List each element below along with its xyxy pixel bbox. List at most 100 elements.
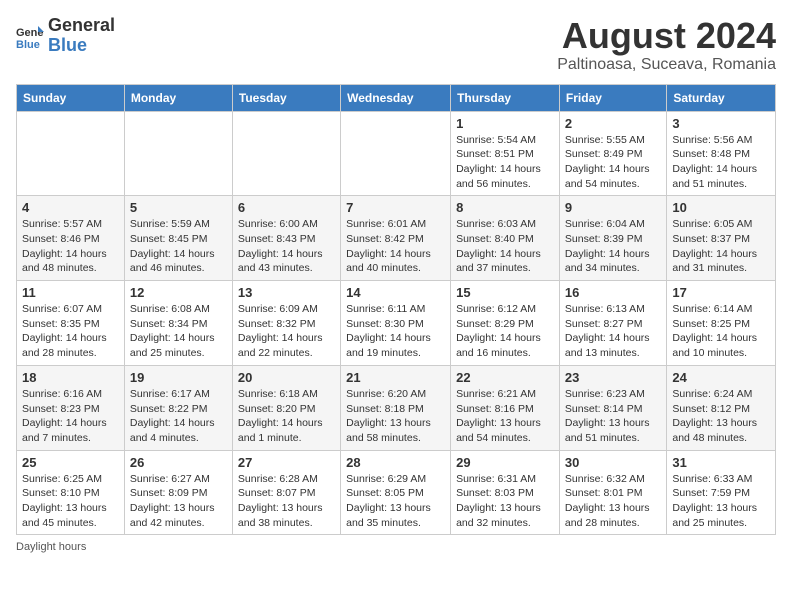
day-number: 13: [238, 285, 335, 300]
day-info: Sunrise: 6:33 AMSunset: 7:59 PMDaylight:…: [672, 472, 770, 531]
calendar-table: SundayMondayTuesdayWednesdayThursdayFrid…: [16, 84, 776, 536]
day-number: 8: [456, 200, 554, 215]
calendar-cell: [124, 111, 232, 196]
calendar-cell: 29 Sunrise: 6:31 AMSunset: 8:03 PMDayligh…: [451, 450, 560, 535]
weekday-header-sunday: Sunday: [17, 84, 125, 111]
calendar-cell: 15 Sunrise: 6:12 AMSunset: 8:29 PMDayligh…: [451, 281, 560, 366]
day-info: Sunrise: 5:56 AMSunset: 8:48 PMDaylight:…: [672, 133, 770, 192]
logo: General Blue General Blue: [16, 16, 115, 56]
calendar-cell: 16 Sunrise: 6:13 AMSunset: 8:27 PMDayligh…: [559, 281, 666, 366]
calendar-week-4: 25Sunrise: 6:25 AMSunset: 8:10 PMDayligh…: [17, 450, 776, 535]
day-number: 26: [130, 455, 227, 470]
day-info: Sunrise: 5:59 AMSunset: 8:45 PMDaylight:…: [130, 217, 227, 276]
calendar-week-1: 4 Sunrise: 5:57 AMSunset: 8:46 PMDaylight…: [17, 196, 776, 281]
location-title: Paltinoasa, Suceava, Romania: [557, 56, 776, 74]
day-number: 6: [238, 200, 335, 215]
day-number: 22: [456, 370, 554, 385]
day-info: Sunrise: 6:11 AMSunset: 8:30 PMDaylight:…: [346, 302, 445, 361]
logo-general: General: [48, 16, 115, 36]
day-number: 30: [565, 455, 661, 470]
day-info: Sunrise: 6:16 AMSunset: 8:23 PMDaylight:…: [22, 387, 119, 446]
calendar-cell: 4 Sunrise: 5:57 AMSunset: 8:46 PMDaylight…: [17, 196, 125, 281]
day-number: 20: [238, 370, 335, 385]
calendar-cell: 18 Sunrise: 6:16 AMSunset: 8:23 PMDayligh…: [17, 365, 125, 450]
day-info: Sunrise: 6:00 AMSunset: 8:43 PMDaylight:…: [238, 217, 335, 276]
calendar-cell: 19Sunrise: 6:17 AMSunset: 8:22 PMDayligh…: [124, 365, 232, 450]
calendar-cell: 2Sunrise: 5:55 AMSunset: 8:49 PMDaylight…: [559, 111, 666, 196]
calendar-cell: [17, 111, 125, 196]
day-number: 7: [346, 200, 445, 215]
calendar-cell: 8Sunrise: 6:03 AMSunset: 8:40 PMDaylight…: [451, 196, 560, 281]
calendar-cell: 5 Sunrise: 5:59 AMSunset: 8:45 PMDaylight…: [124, 196, 232, 281]
day-number: 3: [672, 116, 770, 131]
day-info: Sunrise: 6:13 AMSunset: 8:27 PMDaylight:…: [565, 302, 661, 361]
day-number: 5: [130, 200, 227, 215]
calendar-week-0: 1 Sunrise: 5:54 AMSunset: 8:51 PMDaylight…: [17, 111, 776, 196]
day-number: 2: [565, 116, 661, 131]
calendar-cell: 20Sunrise: 6:18 AMSunset: 8:20 PMDayligh…: [232, 365, 340, 450]
calendar-cell: 1 Sunrise: 5:54 AMSunset: 8:51 PMDaylight…: [451, 111, 560, 196]
day-number: 11: [22, 285, 119, 300]
calendar-header-row: SundayMondayTuesdayWednesdayThursdayFrid…: [17, 84, 776, 111]
day-number: 12: [130, 285, 227, 300]
logo-blue: Blue: [48, 36, 115, 56]
day-number: 21: [346, 370, 445, 385]
calendar-cell: 17 Sunrise: 6:14 AMSunset: 8:25 PMDayligh…: [667, 281, 776, 366]
weekday-header-monday: Monday: [124, 84, 232, 111]
calendar-cell: 27Sunrise: 6:28 AMSunset: 8:07 PMDayligh…: [232, 450, 340, 535]
day-info: Sunrise: 6:25 AMSunset: 8:10 PMDaylight:…: [22, 472, 119, 531]
day-info: Sunrise: 6:08 AMSunset: 8:34 PMDaylight:…: [130, 302, 227, 361]
day-info: Sunrise: 6:05 AMSunset: 8:37 PMDaylight:…: [672, 217, 770, 276]
calendar-week-3: 18 Sunrise: 6:16 AMSunset: 8:23 PMDayligh…: [17, 365, 776, 450]
calendar-cell: 25Sunrise: 6:25 AMSunset: 8:10 PMDayligh…: [17, 450, 125, 535]
calendar-cell: 10Sunrise: 6:05 AMSunset: 8:37 PMDayligh…: [667, 196, 776, 281]
day-number: 24: [672, 370, 770, 385]
calendar-cell: 6 Sunrise: 6:00 AMSunset: 8:43 PMDaylight…: [232, 196, 340, 281]
day-number: 1: [456, 116, 554, 131]
weekday-header-wednesday: Wednesday: [341, 84, 451, 111]
day-info: Sunrise: 6:31 AMSunset: 8:03 PMDaylight:…: [456, 472, 554, 531]
svg-text:Blue: Blue: [16, 39, 40, 50]
calendar-body: 1 Sunrise: 5:54 AMSunset: 8:51 PMDaylight…: [17, 111, 776, 535]
day-number: 4: [22, 200, 119, 215]
day-number: 17: [672, 285, 770, 300]
day-info: Sunrise: 5:54 AMSunset: 8:51 PMDaylight:…: [456, 133, 554, 192]
calendar-cell: 12 Sunrise: 6:08 AMSunset: 8:34 PMDayligh…: [124, 281, 232, 366]
footer-note: Daylight hours: [16, 541, 776, 553]
day-number: 9: [565, 200, 661, 215]
day-number: 18: [22, 370, 119, 385]
day-number: 16: [565, 285, 661, 300]
day-number: 31: [672, 455, 770, 470]
calendar-cell: 21 Sunrise: 6:20 AMSunset: 8:18 PMDayligh…: [341, 365, 451, 450]
day-number: 27: [238, 455, 335, 470]
calendar-cell: 26 Sunrise: 6:27 AMSunset: 8:09 PMDayligh…: [124, 450, 232, 535]
calendar-cell: 24 Sunrise: 6:24 AMSunset: 8:12 PMDayligh…: [667, 365, 776, 450]
calendar-cell: 13 Sunrise: 6:09 AMSunset: 8:32 PMDayligh…: [232, 281, 340, 366]
title-area: August 2024 Paltinoasa, Suceava, Romania: [557, 16, 776, 74]
header: General Blue General Blue August 2024 Pa…: [16, 16, 776, 74]
day-info: Sunrise: 6:29 AMSunset: 8:05 PMDaylight:…: [346, 472, 445, 531]
day-info: Sunrise: 6:04 AMSunset: 8:39 PMDaylight:…: [565, 217, 661, 276]
calendar-cell: 9 Sunrise: 6:04 AMSunset: 8:39 PMDaylight…: [559, 196, 666, 281]
day-number: 29: [456, 455, 554, 470]
day-info: Sunrise: 5:57 AMSunset: 8:46 PMDaylight:…: [22, 217, 119, 276]
weekday-header-thursday: Thursday: [451, 84, 560, 111]
day-number: 28: [346, 455, 445, 470]
calendar-cell: 30 Sunrise: 6:32 AMSunset: 8:01 PMDayligh…: [559, 450, 666, 535]
month-title: August 2024: [557, 16, 776, 56]
day-info: Sunrise: 6:32 AMSunset: 8:01 PMDaylight:…: [565, 472, 661, 531]
day-info: Sunrise: 6:20 AMSunset: 8:18 PMDaylight:…: [346, 387, 445, 446]
day-info: Sunrise: 6:14 AMSunset: 8:25 PMDaylight:…: [672, 302, 770, 361]
day-number: 14: [346, 285, 445, 300]
day-info: Sunrise: 6:27 AMSunset: 8:09 PMDaylight:…: [130, 472, 227, 531]
calendar-cell: 3 Sunrise: 5:56 AMSunset: 8:48 PMDaylight…: [667, 111, 776, 196]
day-info: Sunrise: 6:12 AMSunset: 8:29 PMDaylight:…: [456, 302, 554, 361]
calendar-cell: 22Sunrise: 6:21 AMSunset: 8:16 PMDayligh…: [451, 365, 560, 450]
calendar-cell: 7Sunrise: 6:01 AMSunset: 8:42 PMDaylight…: [341, 196, 451, 281]
day-number: 15: [456, 285, 554, 300]
day-info: Sunrise: 6:23 AMSunset: 8:14 PMDaylight:…: [565, 387, 661, 446]
calendar-cell: [232, 111, 340, 196]
day-info: Sunrise: 6:09 AMSunset: 8:32 PMDaylight:…: [238, 302, 335, 361]
day-info: Sunrise: 6:24 AMSunset: 8:12 PMDaylight:…: [672, 387, 770, 446]
day-info: Sunrise: 6:07 AMSunset: 8:35 PMDaylight:…: [22, 302, 119, 361]
